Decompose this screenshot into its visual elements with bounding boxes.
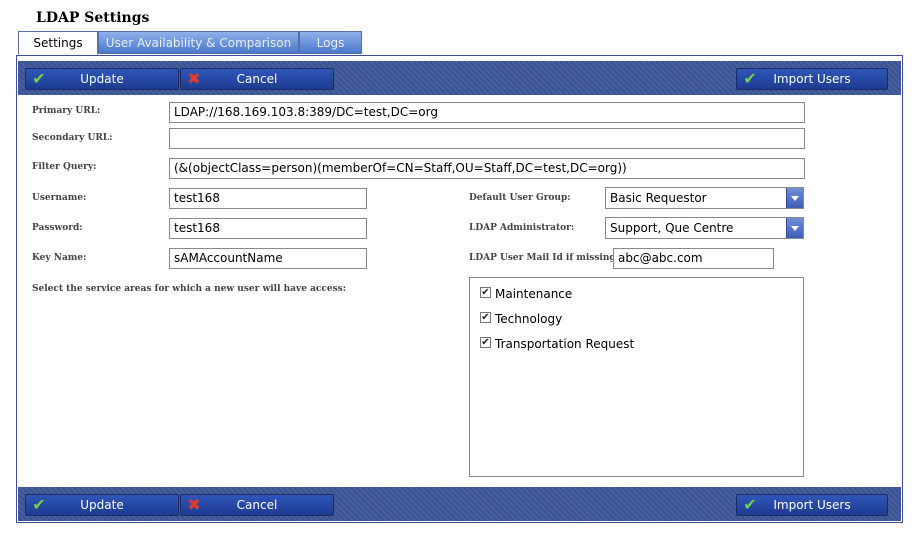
update-button-bottom[interactable]: ✔ Update bbox=[25, 494, 179, 516]
settings-panel: ✔ Update ✖ Cancel ✔ Import Users Primary… bbox=[16, 55, 903, 523]
tab-logs[interactable]: Logs bbox=[299, 31, 362, 54]
maintenance-label: Maintenance bbox=[495, 287, 573, 301]
mail-id-label: LDAP User Mail Id if missing: bbox=[469, 253, 620, 263]
check-icon: ✔ bbox=[32, 495, 46, 514]
key-name-label: Key Name: bbox=[32, 253, 87, 263]
secondary-url-input[interactable] bbox=[169, 128, 805, 149]
secondary-url-label: Secondary URL: bbox=[32, 133, 113, 143]
ldap-administrator-label: LDAP Administrator: bbox=[469, 223, 575, 233]
username-input[interactable]: test168 bbox=[169, 188, 367, 209]
default-user-group-value: Basic Requestor bbox=[610, 191, 707, 205]
cancel-button[interactable]: ✖ Cancel bbox=[180, 68, 334, 90]
import-users-button-label: Import Users bbox=[773, 72, 851, 86]
transportation-request-checkbox[interactable]: ✔ bbox=[480, 337, 491, 348]
bottom-toolbar: ✔ Update ✖ Cancel ✔ Import Users bbox=[18, 487, 901, 521]
tab-settings[interactable]: Settings bbox=[18, 31, 98, 55]
cancel-button-bottom[interactable]: ✖ Cancel bbox=[180, 494, 334, 516]
tab-user-availability-comparison[interactable]: User Availability & Comparison bbox=[98, 31, 299, 54]
cancel-button-label: Cancel bbox=[236, 72, 278, 86]
mail-id-input[interactable]: abc@abc.com bbox=[613, 248, 774, 269]
update-button-label: Update bbox=[80, 498, 124, 512]
username-label: Username: bbox=[32, 193, 87, 203]
maintenance-checkbox[interactable]: ✔ bbox=[480, 287, 491, 298]
chevron-down-icon[interactable] bbox=[786, 188, 803, 208]
filter-query-label: Filter Query: bbox=[32, 162, 97, 172]
transportation-request-label: Transportation Request bbox=[495, 337, 635, 351]
chevron-down-icon[interactable] bbox=[786, 218, 803, 238]
filter-query-input[interactable]: (&(objectClass=person)(memberOf=CN=Staff… bbox=[169, 158, 805, 179]
update-button-label: Update bbox=[80, 72, 124, 86]
service-areas-label: Select the service areas for which a new… bbox=[32, 284, 347, 294]
primary-url-input[interactable]: LDAP://168.169.103.8:389/DC=test,DC=org bbox=[169, 102, 805, 123]
import-users-button[interactable]: ✔ Import Users bbox=[736, 68, 888, 90]
x-icon: ✖ bbox=[187, 495, 201, 514]
import-users-button-label: Import Users bbox=[773, 498, 851, 512]
service-areas-list: ✔ Maintenance ✔ Technology ✔ Transportat… bbox=[469, 277, 804, 477]
technology-label: Technology bbox=[495, 312, 563, 326]
default-user-group-label: Default User Group: bbox=[469, 193, 571, 203]
page-title: LDAP Settings bbox=[36, 10, 150, 26]
check-icon: ✔ bbox=[743, 69, 757, 88]
technology-checkbox[interactable]: ✔ bbox=[480, 312, 491, 323]
password-input[interactable]: test168 bbox=[169, 218, 367, 239]
key-name-input[interactable]: sAMAccountName bbox=[169, 248, 367, 269]
x-icon: ✖ bbox=[187, 69, 201, 88]
top-toolbar: ✔ Update ✖ Cancel ✔ Import Users bbox=[18, 61, 901, 95]
password-label: Password: bbox=[32, 223, 83, 233]
check-icon: ✔ bbox=[743, 495, 757, 514]
check-icon: ✔ bbox=[32, 69, 46, 88]
ldap-administrator-value: Support, Que Centre bbox=[610, 221, 734, 235]
ldap-administrator-select[interactable]: Support, Que Centre bbox=[605, 217, 804, 239]
cancel-button-label: Cancel bbox=[236, 498, 278, 512]
update-button[interactable]: ✔ Update bbox=[25, 68, 179, 90]
primary-url-label: Primary URL: bbox=[32, 106, 101, 116]
default-user-group-select[interactable]: Basic Requestor bbox=[605, 187, 804, 209]
import-users-button-bottom[interactable]: ✔ Import Users bbox=[736, 494, 888, 516]
